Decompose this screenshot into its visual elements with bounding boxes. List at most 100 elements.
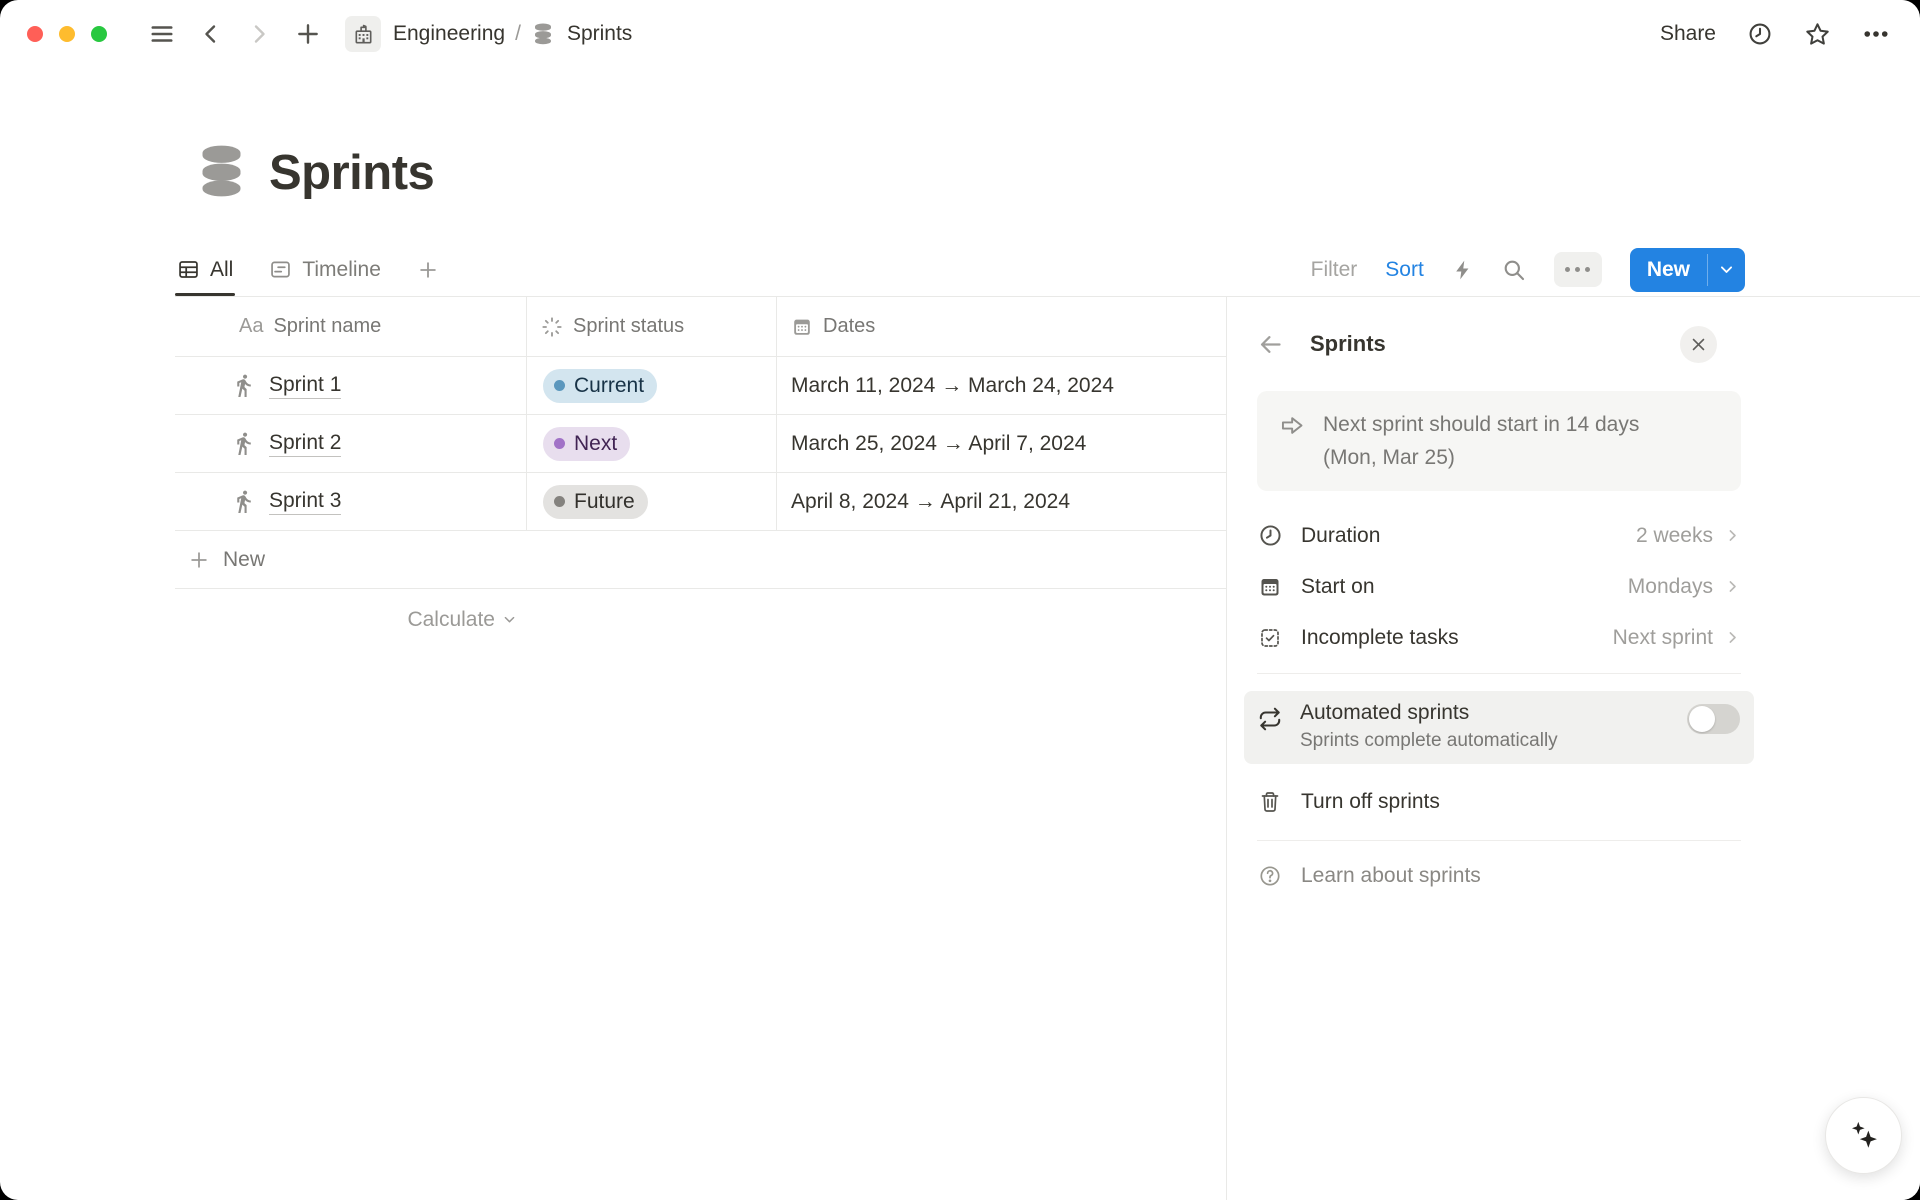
setting-start-on[interactable]: Start on Mondays (1257, 561, 1741, 612)
share-button[interactable]: Share (1660, 22, 1716, 46)
runner-icon (231, 431, 256, 456)
dates-cell[interactable]: April 8, 2024 → April 21, 2024 (777, 473, 1226, 530)
panel-divider (1257, 673, 1741, 674)
database-icon (531, 22, 555, 46)
chevron-right-icon (1724, 629, 1741, 646)
breadcrumb-separator: / (515, 22, 521, 46)
automated-sprints-toggle[interactable] (1687, 704, 1740, 734)
status-pill[interactable]: Next (543, 427, 630, 461)
updates-clock-icon[interactable] (1747, 21, 1773, 47)
new-record-button[interactable]: New (1630, 248, 1745, 292)
arrow-right-outline-icon (1279, 412, 1306, 474)
breadcrumb-workspace[interactable]: Engineering (393, 22, 505, 46)
panel-header: Sprints (1257, 322, 1741, 366)
notice-text: Next sprint should start in 14 days (Mon… (1323, 408, 1639, 474)
clock-icon (1257, 523, 1283, 548)
favorite-star-icon[interactable] (1804, 21, 1831, 48)
turn-off-sprints-button[interactable]: Turn off sprints (1257, 774, 1741, 830)
setting-value: Next sprint (1613, 626, 1713, 650)
back-arrow-icon[interactable] (1257, 331, 1284, 358)
workspace-teamspace-button[interactable] (345, 16, 381, 52)
panel-title: Sprints (1310, 331, 1386, 357)
page-title[interactable]: Sprints (269, 145, 434, 201)
table-view-icon (177, 258, 200, 281)
status-dot (554, 496, 565, 507)
sprint-name-link[interactable]: Sprint 1 (269, 373, 341, 399)
tab-timeline[interactable]: Timeline (267, 243, 383, 296)
column-header-sprint-status[interactable]: Sprint status (527, 297, 777, 356)
sprints-table: Aa Sprint name Sprint status Dates (175, 297, 1226, 650)
automated-sprints-label: Automated sprints (1300, 701, 1558, 725)
text-property-icon: Aa (239, 315, 263, 338)
nav-back-icon[interactable] (199, 22, 223, 46)
building-icon (352, 23, 375, 46)
window-controls (27, 26, 107, 42)
filter-button[interactable]: Filter (1311, 258, 1358, 282)
runner-icon (231, 489, 256, 514)
next-sprint-notice: Next sprint should start in 14 days (Mon… (1257, 391, 1741, 491)
panel-divider (1257, 840, 1741, 841)
automations-bolt-icon[interactable] (1452, 259, 1474, 281)
nav-forward-icon[interactable] (247, 22, 271, 46)
tab-timeline-label: Timeline (302, 258, 381, 282)
status-pill[interactable]: Future (543, 485, 648, 519)
new-button-dropdown[interactable] (1708, 248, 1745, 292)
table-row[interactable]: Sprint 2 Next March 25, 2024 → April 7, … (175, 415, 1226, 473)
app-window: Engineering / Sprints Share (0, 0, 1920, 1200)
table-header-row: Aa Sprint name Sprint status Dates (175, 297, 1226, 357)
sort-button[interactable]: Sort (1385, 258, 1424, 282)
dates-cell[interactable]: March 25, 2024 → April 7, 2024 (777, 415, 1226, 472)
repeat-icon (1257, 706, 1283, 752)
help-circle-icon (1257, 864, 1283, 888)
runner-icon (231, 373, 256, 398)
new-button-label[interactable]: New (1630, 248, 1707, 292)
table-row[interactable]: Sprint 3 Future April 8, 2024 → April 21… (175, 473, 1226, 531)
status-pill[interactable]: Current (543, 369, 657, 403)
setting-incomplete-tasks[interactable]: Incomplete tasks Next sprint (1257, 612, 1741, 663)
sidebar-menu-icon[interactable] (149, 21, 175, 47)
dashed-checkbox-icon (1257, 626, 1283, 650)
sparkles-icon (1846, 1118, 1882, 1154)
calculate-button[interactable]: Calculate (175, 589, 527, 650)
dates-cell[interactable]: March 11, 2024 → March 24, 2024 (777, 357, 1226, 414)
table-row[interactable]: Sprint 1 Current March 11, 2024 → March … (175, 357, 1226, 415)
automated-sprints-row[interactable]: Automated sprints Sprints complete autom… (1244, 691, 1754, 764)
column-header-dates[interactable]: Dates (777, 297, 1226, 356)
breadcrumb-page[interactable]: Sprints (567, 22, 632, 46)
learn-about-sprints-link[interactable]: Learn about sprints (1257, 848, 1741, 904)
timeline-view-icon (269, 258, 292, 281)
automated-sprints-description: Sprints complete automatically (1300, 730, 1558, 752)
add-view-button[interactable] (415, 243, 441, 296)
sprint-settings-panel: Sprints Next sprint should start in 14 d… (1226, 297, 1920, 1200)
view-toolbar: All Timeline Filter Sort (175, 243, 1745, 296)
tab-all-label: All (210, 258, 233, 282)
more-options-icon[interactable] (1862, 20, 1890, 48)
view-more-options-button[interactable] (1554, 252, 1602, 287)
ai-assistant-button[interactable] (1825, 1097, 1902, 1174)
minimize-window-button[interactable] (59, 26, 75, 42)
status-property-icon (541, 316, 563, 338)
sprint-name-link[interactable]: Sprint 3 (269, 489, 341, 515)
status-dot (554, 438, 565, 449)
sprint-name-link[interactable]: Sprint 2 (269, 431, 341, 457)
plus-icon (417, 259, 439, 281)
plus-icon (188, 549, 210, 571)
setting-value: Mondays (1628, 575, 1713, 599)
database-icon[interactable] (193, 142, 250, 204)
new-page-icon[interactable] (295, 21, 321, 47)
close-window-button[interactable] (27, 26, 43, 42)
column-header-sprint-name[interactable]: Aa Sprint name (175, 297, 527, 356)
top-bar: Engineering / Sprints Share (0, 0, 1920, 68)
zoom-window-button[interactable] (91, 26, 107, 42)
search-icon[interactable] (1502, 258, 1526, 282)
chevron-right-icon (1724, 578, 1741, 595)
tab-all[interactable]: All (175, 243, 235, 296)
calendar-icon (791, 316, 813, 338)
chevron-right-icon (1724, 527, 1741, 544)
new-row-button[interactable]: New (175, 531, 1226, 589)
setting-value: 2 weeks (1636, 524, 1713, 548)
setting-duration[interactable]: Duration 2 weeks (1257, 510, 1741, 561)
chevron-down-icon (502, 612, 517, 627)
trash-icon (1257, 790, 1283, 814)
close-icon[interactable] (1680, 326, 1717, 363)
